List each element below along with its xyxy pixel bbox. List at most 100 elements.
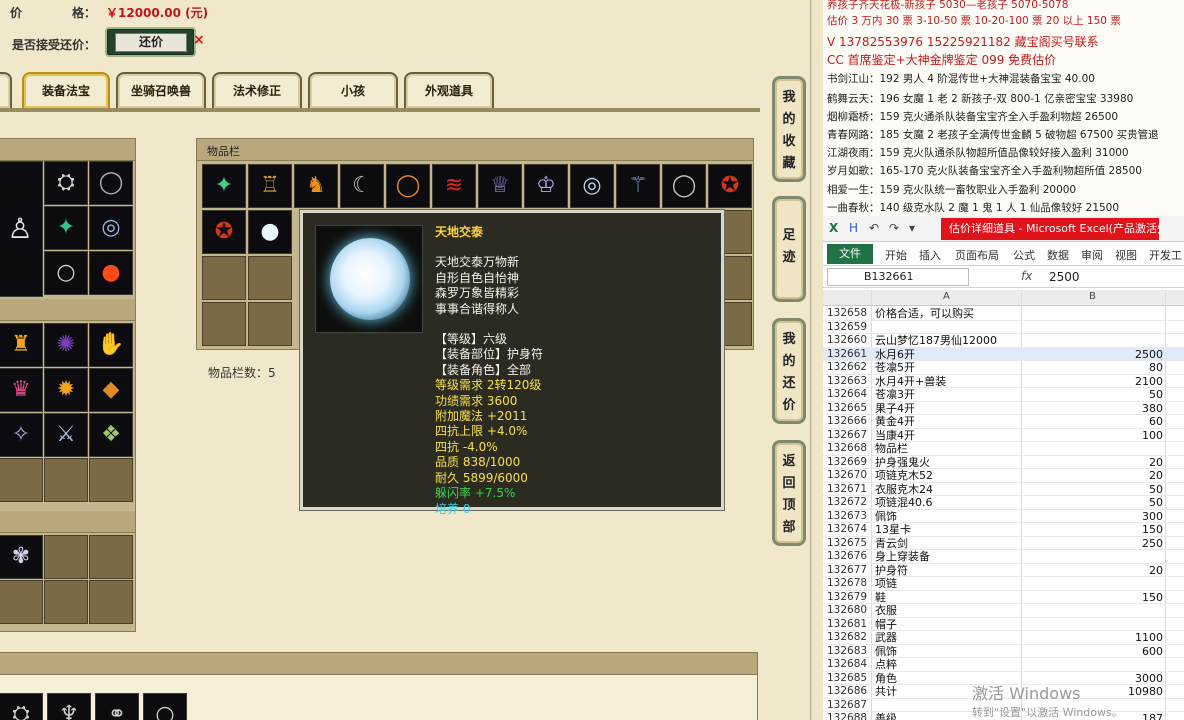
cell-a[interactable]: 物品栏 [875, 442, 1025, 456]
ribbon-tab-insert[interactable]: 插入 [919, 247, 941, 263]
quick-access-dropdown-icon[interactable]: ▾ [909, 221, 915, 235]
item-slot[interactable]: ○ [143, 693, 187, 720]
tab-children[interactable]: 小孩 [308, 72, 398, 108]
tab-previous[interactable] [0, 72, 12, 108]
equip-slot[interactable]: ◆ [89, 368, 133, 412]
item-slot[interactable]: ● [248, 210, 292, 254]
table-row[interactable]: 132684 点粹 [823, 658, 1184, 672]
equip-slot[interactable]: ✧ [0, 413, 43, 457]
item-slot[interactable]: ◎ [570, 164, 614, 208]
cell-b[interactable]: 100 [1023, 429, 1163, 443]
equip-slot[interactable]: ⛭ [44, 161, 88, 205]
table-row[interactable]: 132658 价格合适，可以购买 [823, 307, 1184, 321]
cell-a[interactable]: 项链混40.6 [875, 496, 1025, 510]
equip-slot[interactable]: ✾ [0, 535, 43, 579]
equip-slot[interactable]: ✺ [44, 323, 88, 367]
empty-slot[interactable] [248, 256, 292, 300]
empty-slot[interactable] [202, 256, 246, 300]
table-row[interactable]: 132660 云山梦忆187男仙12000 [823, 334, 1184, 348]
cell-a[interactable]: 点粹 [875, 658, 1025, 672]
item-slot[interactable]: ♕ [478, 164, 522, 208]
table-row[interactable]: 132663 水月4开+兽装 2100 [823, 375, 1184, 389]
empty-slot[interactable] [44, 580, 88, 624]
tab-mounts-pets[interactable]: 坐骑召唤兽 [116, 72, 206, 108]
item-slot[interactable]: ⚭ [95, 693, 139, 720]
cell-a[interactable]: 价格合适，可以购买 [875, 307, 1025, 321]
table-row[interactable]: 132667 当康4开 100 [823, 429, 1184, 443]
item-slot[interactable]: ✦ [202, 164, 246, 208]
item-slot[interactable]: ⚚ [616, 164, 660, 208]
table-row[interactable]: 132673 佩饰 300 [823, 510, 1184, 524]
nav-my-favorites[interactable]: 我 的 收 藏 [772, 76, 806, 182]
cell-b[interactable]: 20 [1023, 456, 1163, 470]
equip-slot[interactable]: ⚔ [44, 413, 88, 457]
redo-icon[interactable]: ↷ [889, 221, 899, 235]
cell-a[interactable]: 护身强鬼火 [875, 456, 1025, 470]
cell-a[interactable]: 武器 [875, 631, 1025, 645]
ribbon-tab-file[interactable]: 文件 [827, 244, 873, 264]
ribbon-tab-developer[interactable]: 开发工 [1149, 247, 1182, 263]
cell-a[interactable]: 苍凛3开 [875, 388, 1025, 402]
item-slot[interactable]: ✪ [708, 164, 752, 208]
item-slot[interactable]: ◯ [662, 164, 706, 208]
cell-b[interactable]: 20 [1023, 564, 1163, 578]
table-row[interactable]: 132662 苍凛5开 80 [823, 361, 1184, 375]
cell-a[interactable]: 苍凛5开 [875, 361, 1025, 375]
cell-a[interactable]: 项链 [875, 577, 1025, 591]
cell-a[interactable]: 衣服克木24 [875, 483, 1025, 497]
counter-offer-button[interactable]: 还价 [105, 27, 196, 57]
table-row[interactable]: 132664 苍凛3开 50 [823, 388, 1184, 402]
table-row[interactable]: 132681 帽子 [823, 618, 1184, 632]
cell-b[interactable]: 50 [1023, 483, 1163, 497]
empty-slot[interactable] [89, 535, 133, 579]
table-row[interactable]: 132675 青云剑 250 [823, 537, 1184, 551]
undo-icon[interactable]: ↶ [869, 221, 879, 235]
cell-a[interactable]: 衣服 [875, 604, 1025, 618]
cell-b[interactable]: 300 [1023, 510, 1163, 524]
item-slot[interactable]: ⛭ [0, 693, 43, 720]
table-row[interactable]: 132671 衣服克木24 50 [823, 483, 1184, 497]
table-row[interactable]: 132659 [823, 321, 1184, 334]
table-row[interactable]: 132672 项链混40.6 50 [823, 496, 1184, 510]
cell-a[interactable]: 13星卡 [875, 523, 1025, 537]
equip-slot[interactable]: ✦ [44, 206, 88, 250]
equip-slot[interactable]: ♜ [0, 323, 43, 367]
table-row[interactable]: 132676 身上穿装备 [823, 550, 1184, 564]
tab-equipment[interactable]: 装备法宝 [22, 72, 110, 108]
cell-a[interactable]: 青云剑 [875, 537, 1025, 551]
equip-slot[interactable]: ♛ [0, 368, 43, 412]
empty-slot[interactable] [44, 458, 88, 502]
table-row[interactable]: 132682 武器 1100 [823, 631, 1184, 645]
spreadsheet-grid[interactable]: A B 132658 价格合适，可以购买 132659 132660 云山梦忆187男仙… [823, 290, 1184, 720]
formula-input[interactable]: 2500 [1049, 270, 1080, 284]
name-box[interactable]: B132661 [827, 268, 969, 286]
ribbon-tab-view[interactable]: 视图 [1115, 247, 1137, 263]
item-slot[interactable]: ♖ [248, 164, 292, 208]
ribbon-tab-layout[interactable]: 页面布局 [955, 247, 999, 263]
ribbon-tab-review[interactable]: 审阅 [1081, 247, 1103, 263]
tab-appearance[interactable]: 外观道具 [404, 72, 494, 108]
table-row[interactable]: 132683 佩饰 600 [823, 645, 1184, 658]
item-slot[interactable]: ♔ [524, 164, 568, 208]
cell-b[interactable]: 60 [1023, 415, 1163, 429]
equip-slot[interactable]: ✋ [89, 323, 133, 367]
table-row[interactable]: 132666 黄金4开 60 [823, 415, 1184, 429]
cell-a[interactable]: 黄金4开 [875, 415, 1025, 429]
equip-slot[interactable]: ◯ [89, 161, 133, 205]
cell-b[interactable]: 2100 [1023, 375, 1163, 389]
cell-a[interactable]: 佩饰 [875, 510, 1025, 524]
cell-b[interactable]: 20 [1023, 469, 1163, 483]
cell-b[interactable]: 380 [1023, 402, 1163, 416]
nav-footprint[interactable]: 足 迹 [772, 196, 806, 302]
cell-b[interactable]: 50 [1023, 496, 1163, 510]
ribbon-tab-data[interactable]: 数据 [1047, 247, 1069, 263]
cell-a[interactable]: 帽子 [875, 618, 1025, 632]
cell-a[interactable]: 当康4开 [875, 429, 1025, 443]
cell-a[interactable]: 水月6开 [875, 348, 1025, 362]
table-row[interactable]: 132670 项链克木52 20 [823, 469, 1184, 483]
equip-slot[interactable]: ○ [44, 251, 88, 295]
empty-slot[interactable] [89, 458, 133, 502]
column-header-b[interactable]: B [1089, 291, 1096, 302]
ribbon-tab-home[interactable]: 开始 [885, 247, 907, 263]
table-row[interactable]: 132679 鞋 150 [823, 591, 1184, 604]
